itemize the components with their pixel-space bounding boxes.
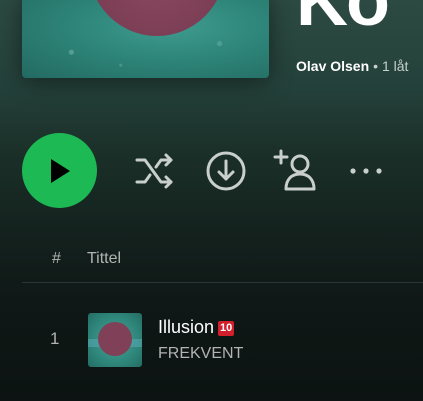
play-button[interactable] (22, 133, 97, 208)
download-button[interactable] (203, 148, 249, 194)
play-icon (50, 158, 70, 183)
download-icon (206, 151, 246, 191)
column-number: # (52, 250, 61, 267)
track-artist[interactable]: FREKVENT (158, 345, 243, 363)
artist-link[interactable]: Olav Olsen (296, 58, 369, 74)
album-cover (22, 0, 269, 78)
track-title-text[interactable]: Illusion (158, 317, 214, 337)
track-list-header: # Tittel (22, 246, 423, 283)
thumb-disc (98, 322, 132, 356)
shuffle-icon (135, 153, 173, 189)
column-title[interactable]: Tittel (87, 250, 121, 268)
rating-badge: 10 (218, 321, 235, 336)
release-meta: • 1 låt (373, 58, 409, 74)
more-icon (350, 168, 382, 174)
track-row[interactable]: 1 Illusion 10 FREKVENT (22, 302, 423, 374)
track-title[interactable]: Illusion 10 (158, 317, 235, 338)
follow-button[interactable] (272, 148, 318, 194)
track-number: 1 (50, 329, 60, 348)
page-title: Ko (296, 0, 390, 41)
track-thumbnail (88, 313, 142, 367)
more-options-button[interactable] (343, 148, 389, 194)
artist-line: Olav Olsen • 1 låt (296, 58, 408, 74)
add-user-icon (273, 149, 316, 191)
shuffle-button[interactable] (132, 148, 178, 194)
